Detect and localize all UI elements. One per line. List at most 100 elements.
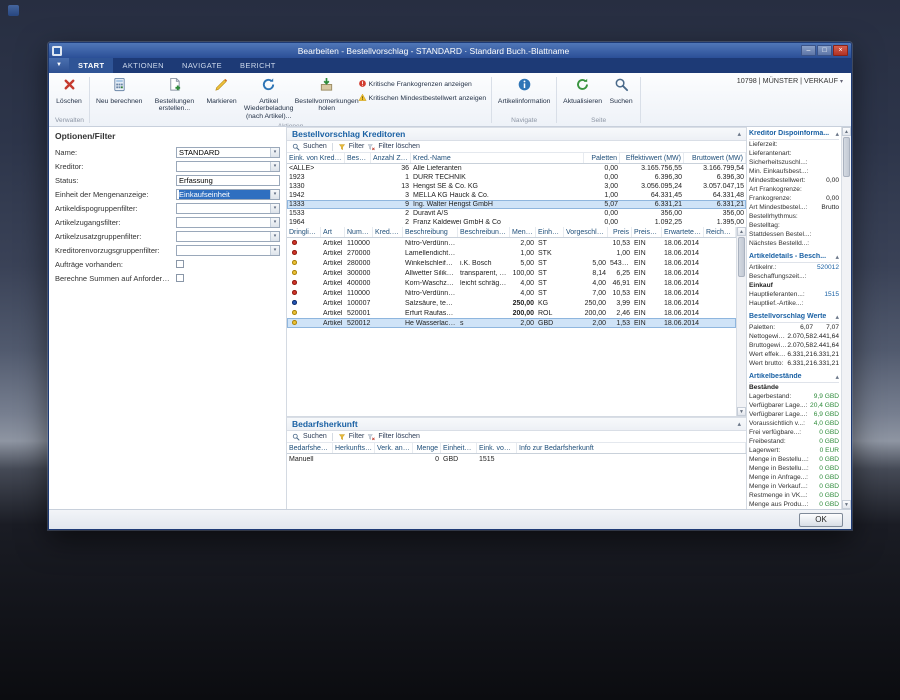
column-header-menge[interactable]: Menge <box>510 227 536 237</box>
collapse-icon[interactable]: ▴ <box>737 130 741 138</box>
vendor-row[interactable]: 15332Duravit A/S0,00356,00356,00 <box>287 209 746 218</box>
close-button[interactable]: × <box>833 45 848 56</box>
scroll-track[interactable] <box>842 178 851 500</box>
option-field-artikeldispogruppenfilter[interactable]: ▾ <box>176 203 280 214</box>
column-header-einheitscode[interactable]: Einheitscode <box>536 227 564 237</box>
vendor-row[interactable]: 133013Hengst SE & Co. KG3,003.056.095,24… <box>287 182 746 191</box>
option-field-name[interactable]: STANDARD▾ <box>176 147 280 158</box>
ok-button[interactable]: OK <box>799 513 843 527</box>
factbox-scrollbar[interactable]: ▲ ▼ <box>841 127 851 509</box>
scroll-track[interactable] <box>737 278 746 407</box>
checkbox-berechne-summen-auf-anforderung[interactable] <box>176 274 184 282</box>
scroll-up-icon[interactable]: ▲ <box>842 127 851 136</box>
vendor-row[interactable]: 19231DÜRR TECHNIK0,006.396,306.396,30 <box>287 173 746 182</box>
ribbon-button-bestellvormerkungen-holen[interactable]: Bestellvormerkungen holen <box>298 75 356 115</box>
column-header-bruttowert-mw[interactable]: Bruttowert (MW) <box>684 153 746 163</box>
ribbon-button-löschen[interactable]: Löschen <box>53 75 85 107</box>
suggestion-line-row[interactable]: Artikel520001Erfurt Raufaser 70/75 Gross… <box>287 308 736 318</box>
lines-scrollbar[interactable]: ▲ ▼ <box>736 227 746 416</box>
dropdown-icon[interactable]: ▾ <box>270 162 279 171</box>
column-header-menge[interactable]: Menge <box>413 443 441 453</box>
ribbon-button-markieren[interactable]: Markieren <box>203 75 239 107</box>
demand-pane-header[interactable]: Bedarfsherkunft ▴ <box>287 417 746 431</box>
column-header-eink-von-kred-nr[interactable]: Eink. von Kred.-Nr. <box>287 153 345 163</box>
tab-aktionen[interactable]: AKTIONEN <box>113 58 173 73</box>
option-field-kreditorenvorzugsgruppenfilter[interactable]: ▾ <box>176 245 280 256</box>
column-header-anzahl-zeilen[interactable]: Anzahl Zeilen <box>371 153 411 163</box>
scroll-down-icon[interactable]: ▼ <box>737 407 746 416</box>
suggestion-line-row[interactable]: Artikel110000Nitro-Verdünnung B, E-COLL4… <box>287 288 736 298</box>
option-field-einheit-der-mengenanzeige[interactable]: Einkaufseinheit▾ <box>176 189 280 200</box>
option-field-artikelzusatzgruppenfilter[interactable]: ▾ <box>176 231 280 242</box>
ribbon-button-artikel-wiederbeladung-nach-artikel[interactable]: Artikel Wiederbeladung (nach Artikel)... <box>240 75 298 122</box>
suggestion-line-row[interactable]: Artikel300000Allwetter Silikon SHK 100Nt… <box>287 268 736 278</box>
factbox-link[interactable]: 1515 <box>824 291 839 298</box>
collapse-icon[interactable]: ▴ <box>835 130 839 138</box>
suggestion-line-row[interactable]: Artikel270000Lamellendichtring DVR62 K1,… <box>287 248 736 258</box>
dropdown-icon[interactable]: ▾ <box>270 232 279 241</box>
collapse-icon[interactable]: ▴ <box>737 420 741 428</box>
dropdown-icon[interactable]: ▾ <box>270 190 279 199</box>
dropdown-icon[interactable]: ▾ <box>270 148 279 157</box>
tab-navigate[interactable]: NAVIGATE <box>173 58 231 73</box>
ribbon-button-neu-berechnen[interactable]: Neu berechnen <box>93 75 145 107</box>
column-header-beschreibung-2[interactable]: Beschreibung 2 <box>458 227 510 237</box>
scroll-up-icon[interactable]: ▲ <box>737 227 746 236</box>
column-header-vorgeschl-menge-ek-einheit[interactable]: Vorgeschl. Menge (EK-Einheit) <box>564 227 608 237</box>
option-field-status[interactable]: Erfassung <box>176 175 280 186</box>
column-header-kred-artikelnr[interactable]: Kred.-Artikelnr. <box>373 227 403 237</box>
collapse-icon[interactable]: ▴ <box>835 253 839 261</box>
column-header-info-zur-bedarfsherkunft[interactable]: Info zur Bedarfsherkunft <box>517 443 746 453</box>
ribbon-button-suchen[interactable]: Suchen <box>605 75 637 107</box>
tab-bericht[interactable]: BERICHT <box>231 58 285 73</box>
column-header-einheitencode[interactable]: Einheitencode <box>441 443 477 453</box>
column-header-erwartetes-lieferdatum[interactable]: Erwartetes Lieferdatum <box>662 227 704 237</box>
column-header-dringlichkeit[interactable]: Dringlichkeit <box>287 227 321 237</box>
suggestion-line-row[interactable]: Artikel400000Korn-Waschzeug Nr. 500WA2le… <box>287 278 736 288</box>
scroll-down-icon[interactable]: ▼ <box>842 500 851 509</box>
column-header-verk-an-debitor[interactable]: Verk. an Debitor <box>375 443 413 453</box>
tab-start[interactable]: START <box>69 58 113 73</box>
checkbox-aufträge-vorhanden[interactable] <box>176 260 184 268</box>
app-menu-button[interactable]: ▼ <box>49 58 69 73</box>
ribbon-button-bestellungen-erstellen[interactable]: Bestellungen erstellen... <box>145 75 203 115</box>
column-header-paletten[interactable]: Paletten <box>584 153 620 163</box>
column-header-eink-von-kreditor[interactable]: Eink. von Kreditor <box>477 443 517 453</box>
vendors-filter-link[interactable]: Filter <box>349 143 365 150</box>
maximize-button[interactable]: □ <box>817 45 832 56</box>
minimize-button[interactable]: – <box>801 45 816 56</box>
column-header-reichweite-datum[interactable]: Reichweite (Datum) <box>704 227 736 237</box>
ribbon-button-aktualisieren[interactable]: Aktualisieren <box>560 75 605 107</box>
demand-search-link[interactable]: Suchen <box>303 433 327 440</box>
ribbon-toggle-kritischen-mindestbestellwert-anzeigen[interactable]: Kritischen Mindestbestellwert anzeigen <box>358 93 487 104</box>
dropdown-icon[interactable]: ▾ <box>270 218 279 227</box>
demand-row[interactable]: Manuell0GBD1515 <box>287 454 746 464</box>
column-header-preis[interactable]: Preis <box>608 227 632 237</box>
column-header-beschreibung[interactable]: Beschreibung <box>403 227 458 237</box>
suggestion-line-row[interactable]: Artikel100007Salzsäure, technisch 30-33%… <box>287 298 736 308</box>
scroll-thumb[interactable] <box>738 237 745 277</box>
suggestion-line-row[interactable]: Artikel520012He Wasserlack 2,500Ls2,00GB… <box>287 318 736 328</box>
column-header-kred-name[interactable]: Kred.-Name <box>411 153 584 163</box>
vendor-row[interactable]: 13339Ing. Walter Hengst GmbH5,076.331,21… <box>287 200 746 209</box>
collapse-icon[interactable]: ▴ <box>835 313 839 321</box>
context-label[interactable]: 10798 | MÜNSTER | VERKAUF ▾ <box>737 76 843 85</box>
column-header-nummer[interactable]: Nummer <box>345 227 373 237</box>
dropdown-icon[interactable]: ▾ <box>270 204 279 213</box>
column-header-effektivwert-mw[interactable]: Effektivwert (MW) <box>620 153 684 163</box>
suggestion-line-row[interactable]: Artikel280000Winkelschleifer PWS 7-125i.… <box>287 258 736 268</box>
column-header-art[interactable]: Art <box>321 227 345 237</box>
collapse-icon[interactable]: ▴ <box>835 373 839 381</box>
option-field-artikelzugangsfilter[interactable]: ▾ <box>176 217 280 228</box>
factbox-link[interactable]: 520012 <box>817 264 839 271</box>
option-field-kreditor[interactable]: ▾ <box>176 161 280 172</box>
column-header-bestellt[interactable]: Bestellt <box>345 153 371 163</box>
suggestion-line-row[interactable]: Artikel110000Nitro-Verdünnung B, E-COLL2… <box>287 238 736 248</box>
column-header-preiseinheitencode[interactable]: Preiseinheitencode <box>632 227 662 237</box>
vendor-row[interactable]: 19423MELLA KG Hauck & Co.1,0064.331,4564… <box>287 191 746 200</box>
column-header-bedarfsherkunftstyp[interactable]: Bedarfsherkunftstyp <box>287 443 333 453</box>
ribbon-button-artikelinformation[interactable]: Artikelinformation <box>495 75 553 107</box>
titlebar[interactable]: Bearbeiten - Bestellvorschlag - STANDARD… <box>49 43 851 58</box>
vendor-row[interactable]: <ALLE>36Alle Lieferanten0,003.165.756,55… <box>287 164 746 173</box>
dropdown-icon[interactable]: ▾ <box>270 246 279 255</box>
